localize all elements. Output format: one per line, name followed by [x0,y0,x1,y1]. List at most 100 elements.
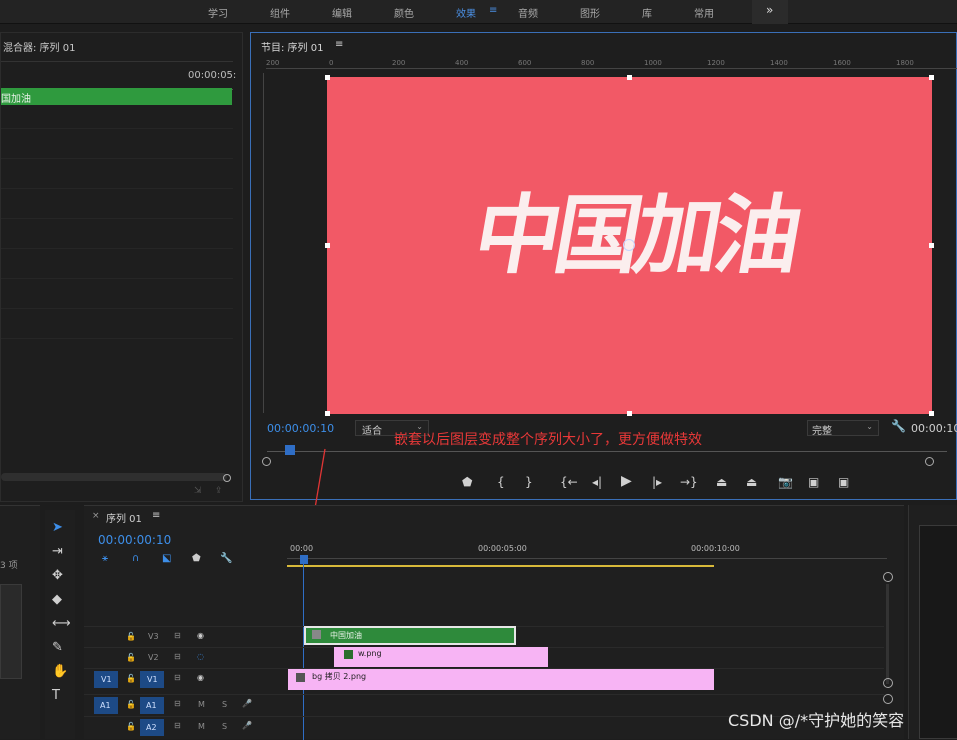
sync-lock-icon: ⊟ [174,673,181,682]
scroll-handle[interactable] [223,474,231,482]
sync-lock-icon: ⊟ [174,652,181,661]
playhead-handle[interactable] [300,555,308,564]
time-ruler-bar[interactable] [267,451,947,452]
program-current-time[interactable]: 00:00:00:10 [267,422,334,435]
workspace-tab-effects[interactable]: 效果 [456,5,476,20]
eye-icon: ◉ [197,673,204,682]
slip-tool-icon[interactable]: ⟷ [52,616,71,631]
workspace-tab-libraries[interactable]: 库 [642,5,652,20]
source-patch-v1[interactable]: V1 [94,671,118,688]
microphone-icon: 🎤 [242,699,252,708]
timeline-current-time[interactable]: 00:00:00:10 [98,533,171,547]
playhead-marker[interactable] [285,445,295,455]
workspace-tab-editing[interactable]: 编辑 [332,5,352,20]
scroll-handle-bottom[interactable] [883,678,893,688]
export-frame-icon[interactable]: ▣ [838,475,849,489]
lock-icon: 🔓 [126,700,136,709]
go-to-out-icon[interactable]: →} [680,475,698,489]
png-clip-v2[interactable]: w.png [334,647,548,667]
chevron-down-icon: ⌄ [866,422,873,431]
track-target-a2[interactable]: A2 [140,719,164,736]
vertical-scrollbar[interactable] [886,584,889,684]
vertical-ruler [254,73,264,413]
lock-icon: 🔓 [126,653,136,662]
eye-hidden-icon: ◌ [197,652,204,661]
ripple-edit-tool-icon[interactable]: ✥ [52,568,63,583]
export-icon[interactable]: ⇲ [194,486,202,496]
hand-tool-icon[interactable]: ✋ [52,664,68,679]
pen-tool-icon[interactable]: ✎ [52,640,63,655]
timeline-panel: × 序列 01 ≡ 00:00:00:10 ⚹ ∩ ⬕ ⬟ 🔧 00:00 00… [84,505,904,740]
sync-lock-icon: ⊟ [174,631,181,640]
sync-lock-icon: ⊟ [174,699,181,708]
thumbnail[interactable] [0,584,22,679]
scroll-handle-audio[interactable] [883,694,893,704]
clip-bar[interactable]: 国加油 [1,88,232,105]
lift-icon[interactable]: ⏏ [716,475,727,489]
lock-icon: 🔓 [126,632,136,641]
wrench-icon[interactable]: 🔧 [891,419,906,433]
panel-title: 混合器: 序列 01 [3,43,76,54]
horizontal-ruler: 200 0 200 400 600 800 1000 1200 1400 160… [266,59,957,69]
program-video-frame[interactable]: 中国加油 [325,75,934,416]
workspace-tab-learn[interactable]: 学习 [208,5,228,20]
annotation-text: 嵌套以后图层变成整个序列大小了，更方便做特效 [394,432,702,448]
panel-menu-icon[interactable]: ≡ [335,39,343,50]
close-icon[interactable]: × [92,511,100,521]
solo-button: S [222,700,228,709]
camera-icon[interactable]: 📷 [778,475,793,489]
solo-button: S [222,722,228,731]
track-target-v1[interactable]: V1 [140,671,164,688]
go-to-in-icon[interactable]: {← [560,475,578,489]
workspace-tab-assembly[interactable]: 组件 [270,5,290,20]
track-target-a1[interactable]: A1 [140,697,164,714]
mark-out-icon[interactable]: } [525,475,533,489]
workspace-menu-icon[interactable]: ≡ [489,5,497,16]
add-marker-icon[interactable]: ⬟ [462,475,472,489]
extract-icon[interactable]: ⏏ [746,475,757,489]
linked-selection-icon[interactable]: ⬕ [162,553,171,564]
left-timecode: 00:00:05: [188,70,237,81]
selection-tool-icon[interactable]: ➤ [52,520,63,535]
mute-button: M [198,700,205,709]
nested-sequence-clip[interactable]: 中国加油 [304,626,516,645]
title-graphic: 中国加油 [466,185,805,286]
settings-wrench-icon[interactable]: 🔧 [220,553,232,564]
step-back-icon[interactable]: ◂| [592,475,602,489]
mark-in-icon[interactable]: { [497,475,505,489]
step-forward-icon[interactable]: |▸ [652,475,662,489]
workspace-overflow-icon[interactable]: » [766,3,773,17]
nest-toggle-icon[interactable]: ⚹ [102,553,108,564]
background-clip-v1[interactable]: bg 拷贝 2.png [288,669,714,690]
play-icon[interactable]: ▶ [621,473,632,489]
timeline-tab[interactable]: 序列 01 [106,510,142,525]
zoom-handle[interactable] [262,457,271,466]
audio-clip-mixer-panel: 混合器: 序列 01 00:00:05: 国加油 ⇲ ⇪ [0,32,243,502]
work-area-bar[interactable] [287,565,714,567]
workspace-tab-color[interactable]: 颜色 [394,5,414,20]
items-count: 3 项 [0,561,18,571]
audio-meters-partial [908,505,957,739]
anchor-point-icon[interactable] [623,239,635,251]
source-patch-a1[interactable]: A1 [94,697,118,714]
panel-menu-icon[interactable]: ≡ [152,510,160,521]
horizontal-scrollbar[interactable] [1,473,227,481]
playback-resolution-dropdown[interactable]: 完整 ⌄ [807,420,879,437]
snap-icon[interactable]: ∩ [132,553,139,564]
settings-icon[interactable]: ⇪ [215,486,223,496]
type-tool-icon[interactable]: T [52,688,60,703]
workspace-tab-common[interactable]: 常用 [694,5,714,20]
eye-icon: ◉ [197,631,204,640]
lock-icon: 🔓 [126,722,136,731]
scroll-handle-top[interactable] [883,572,893,582]
project-panel-partial: 3 项 [0,505,40,739]
track-select-tool-icon[interactable]: ⇥ [52,544,63,559]
workspace-tab-audio[interactable]: 音频 [518,5,538,20]
ruler-label: 00:00:05:00 [478,544,527,553]
add-marker-icon[interactable]: ⬟ [192,553,201,564]
comparison-view-icon[interactable]: ▣ [808,475,819,489]
workspace-tab-graphics[interactable]: 图形 [580,5,600,20]
tools-panel: ➤ ⇥ ✥ ◆ ⟷ ✎ ✋ T [45,510,75,739]
zoom-handle-end[interactable] [925,457,934,466]
razor-tool-icon[interactable]: ◆ [52,592,62,607]
